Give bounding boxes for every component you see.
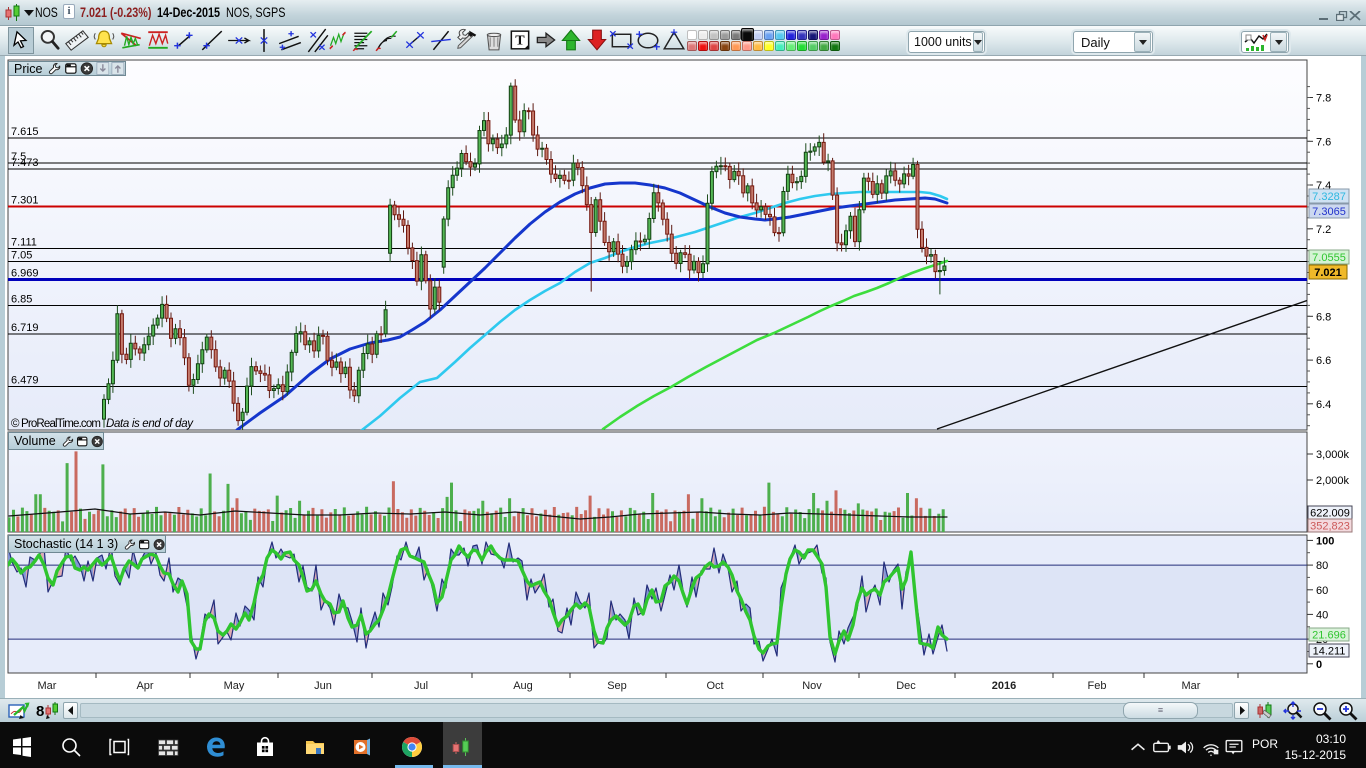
svg-text:Dec: Dec: [896, 680, 916, 692]
svg-text:7.021: 7.021: [1314, 267, 1342, 279]
svg-text:8: 8: [36, 703, 44, 720]
svg-text:80: 80: [1316, 560, 1328, 572]
svg-text:2016: 2016: [992, 680, 1016, 692]
svg-text:7.3065: 7.3065: [1312, 206, 1346, 218]
svg-text:14.211: 14.211: [1313, 646, 1346, 658]
svg-text:Oct: Oct: [706, 680, 723, 692]
svg-text:6.969: 6.969: [11, 267, 39, 279]
svg-text:3,000k: 3,000k: [1316, 449, 1350, 461]
svg-text:Jul: Jul: [414, 680, 428, 692]
svg-text:Aug: Aug: [513, 680, 533, 692]
svg-text:7.301: 7.301: [11, 195, 39, 207]
svg-text:0: 0: [1316, 659, 1322, 671]
svg-text:7.2: 7.2: [1316, 224, 1331, 236]
svg-text:7.0555: 7.0555: [1312, 252, 1346, 264]
svg-text:Sep: Sep: [607, 680, 627, 692]
svg-text:6.719: 6.719: [11, 322, 39, 334]
svg-text:Data is end of day: Data is end of day: [106, 418, 194, 430]
svg-text:6.8: 6.8: [1316, 311, 1331, 323]
svg-text:7.05: 7.05: [11, 250, 32, 262]
svg-text:7.473: 7.473: [11, 157, 39, 169]
svg-text:T: T: [515, 33, 524, 48]
svg-text:2,000k: 2,000k: [1316, 475, 1350, 487]
svg-text:May: May: [224, 680, 245, 692]
svg-text:Jun: Jun: [314, 680, 332, 692]
svg-text:Mar: Mar: [1182, 680, 1201, 692]
svg-text:7.615: 7.615: [11, 126, 39, 138]
svg-text:© ProRealTime.com: © ProRealTime.com: [11, 418, 101, 430]
svg-text:40: 40: [1316, 609, 1328, 621]
svg-text:7.111: 7.111: [11, 236, 37, 248]
svg-text:Nov: Nov: [802, 680, 822, 692]
svg-text:6.6: 6.6: [1316, 355, 1331, 367]
svg-text:Apr: Apr: [136, 680, 153, 692]
svg-text:6.479: 6.479: [11, 375, 39, 387]
svg-text:Mar: Mar: [38, 680, 57, 692]
svg-text:6.4: 6.4: [1316, 399, 1331, 411]
svg-text:622.009: 622.009: [1310, 508, 1350, 520]
svg-text:7.3287: 7.3287: [1312, 191, 1346, 203]
svg-text:7.6: 7.6: [1316, 136, 1331, 148]
svg-text:21.696: 21.696: [1312, 630, 1346, 642]
svg-text:60: 60: [1316, 585, 1328, 597]
svg-text:6.85: 6.85: [11, 293, 32, 305]
svg-text:352,823: 352,823: [1310, 521, 1350, 533]
svg-text:Feb: Feb: [1088, 680, 1107, 692]
svg-text:7.8: 7.8: [1316, 93, 1331, 105]
svg-text:100: 100: [1316, 535, 1334, 547]
